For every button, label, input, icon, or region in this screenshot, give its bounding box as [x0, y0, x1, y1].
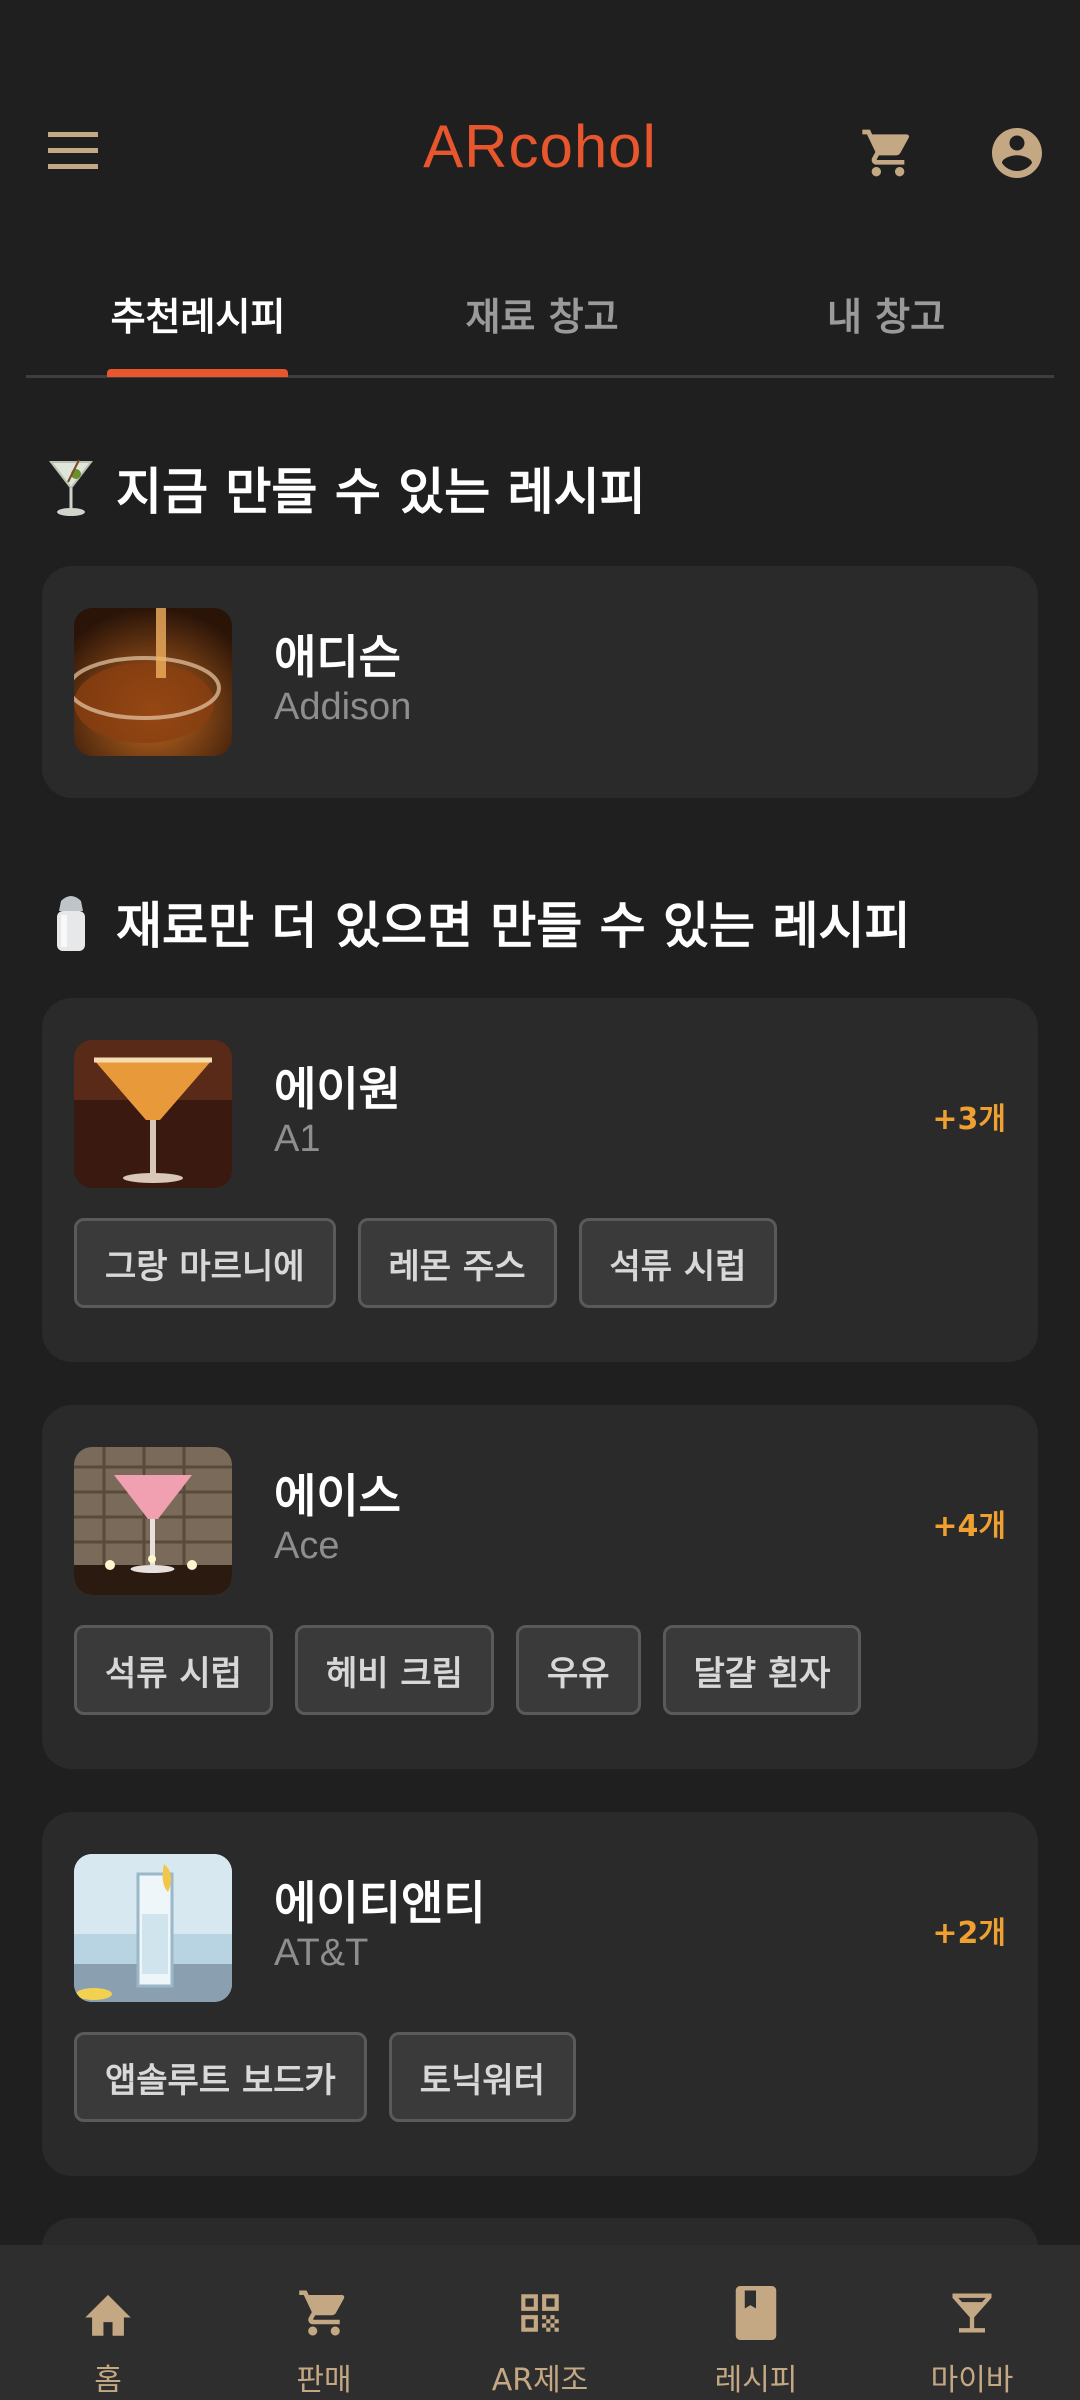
ingredient-chip[interactable]: 그랑 마르니에 [74, 1218, 336, 1308]
ingredient-chip[interactable]: 앱솔루트 보드카 [74, 2032, 367, 2122]
recipe-image [74, 1040, 232, 1188]
home-icon [80, 2285, 136, 2341]
recipe-image [74, 608, 232, 756]
recipe-name-en: A1 [274, 1118, 321, 1160]
nav-label: 판매 [296, 2363, 352, 2398]
missing-count-badge: +4개 [932, 1509, 1006, 1544]
ingredient-chip[interactable]: 헤비 크림 [294, 1625, 494, 1715]
nav-sales[interactable]: 판매 [216, 2245, 432, 2400]
tab-my-storage[interactable]: 내 창고 [714, 286, 1058, 341]
ingredient-chip[interactable]: 우유 [515, 1625, 641, 1715]
missing-count-badge: +3개 [932, 1102, 1006, 1137]
qr-code-icon [512, 2285, 568, 2341]
section-title-available: 지금 만들 수 있는 레시피 [46, 452, 646, 524]
nav-my-bar[interactable]: 마이바 [864, 2245, 1080, 2400]
recipe-card-addison[interactable]: 애디슨 Addison [42, 566, 1038, 798]
tab-bar: 추천레시피 재료 창고 내 창고 [26, 262, 1054, 378]
top-app-bar: ARcohol [0, 0, 1080, 240]
missing-ingredients: 석류 시럽 헤비 크림 우유 달걀 흰자 [74, 1625, 862, 1715]
nav-ar-make[interactable]: AR제조 [432, 2245, 648, 2400]
tab-recommended-recipes[interactable]: 추천레시피 [26, 286, 370, 341]
section-title-almost: 재료만 더 있으면 만들 수 있는 레시피 [46, 886, 910, 958]
recipe-name-ko: 에이스 [274, 1469, 401, 1523]
cocktail-glass-icon [46, 457, 96, 519]
cart-icon [296, 2285, 352, 2341]
cart-button[interactable] [850, 118, 926, 188]
section-title-text: 재료만 더 있으면 만들 수 있는 레시피 [116, 897, 911, 955]
nav-label: 홈 [94, 2363, 122, 2398]
app-root: ARcohol 추천레시피 재료 창고 내 창고 지금 만들 수 있는 레시피 … [0, 0, 1080, 2400]
recipe-image [74, 1447, 232, 1595]
account-circle-icon [992, 128, 1042, 178]
recipe-image [74, 1854, 232, 2002]
recipe-card-att[interactable]: 에이티앤티 AT&T +2개 앱솔루트 보드카 토닉워터 [42, 1812, 1038, 2176]
ingredient-chip[interactable]: 석류 시럽 [578, 1218, 778, 1308]
shopping-cart-icon [862, 129, 910, 177]
tab-ingredient-storage[interactable]: 재료 창고 [370, 286, 714, 341]
nav-label: 마이바 [930, 2363, 1014, 2398]
nav-label: AR제조 [491, 2363, 589, 2398]
recipe-name-en: AT&T [274, 1932, 369, 1974]
missing-ingredients: 그랑 마르니에 레몬 주스 석류 시럽 [74, 1218, 778, 1308]
recipe-card-a1[interactable]: 에이원 A1 +3개 그랑 마르니에 레몬 주스 석류 시럽 [42, 998, 1038, 1362]
ingredient-chip[interactable]: 석류 시럽 [74, 1625, 273, 1715]
recipe-name-en: Addison [274, 686, 412, 728]
profile-button[interactable] [982, 118, 1052, 188]
recipe-name-en: Ace [274, 1525, 340, 1567]
nav-recipes[interactable]: 레시피 [648, 2245, 864, 2400]
missing-ingredients: 앱솔루트 보드카 토닉워터 [74, 2032, 576, 2122]
recipe-name-ko: 애디슨 [274, 630, 401, 684]
ingredient-chip[interactable]: 레몬 주스 [357, 1218, 557, 1308]
nav-label: 레시피 [714, 2363, 798, 2398]
active-tab-indicator [107, 369, 288, 377]
missing-count-badge: +2개 [932, 1916, 1006, 1951]
cocktail-icon [944, 2285, 1000, 2341]
recipe-name-ko: 에이원 [274, 1062, 401, 1116]
recipe-name-ko: 에이티앤티 [274, 1876, 486, 1930]
nav-home[interactable]: 홈 [0, 2245, 216, 2400]
salt-shaker-icon [46, 891, 96, 953]
recipe-card-ace[interactable]: 에이스 Ace +4개 석류 시럽 헤비 크림 우유 달걀 흰자 [42, 1405, 1038, 1769]
ingredient-chip[interactable]: 달걀 흰자 [662, 1625, 862, 1715]
bottom-navigation: 홈 판매 AR제조 레시피 마이바 [0, 2245, 1080, 2400]
section-title-text: 지금 만들 수 있는 레시피 [116, 463, 646, 521]
ingredient-chip[interactable]: 토닉워터 [388, 2032, 576, 2122]
book-icon [728, 2285, 784, 2341]
